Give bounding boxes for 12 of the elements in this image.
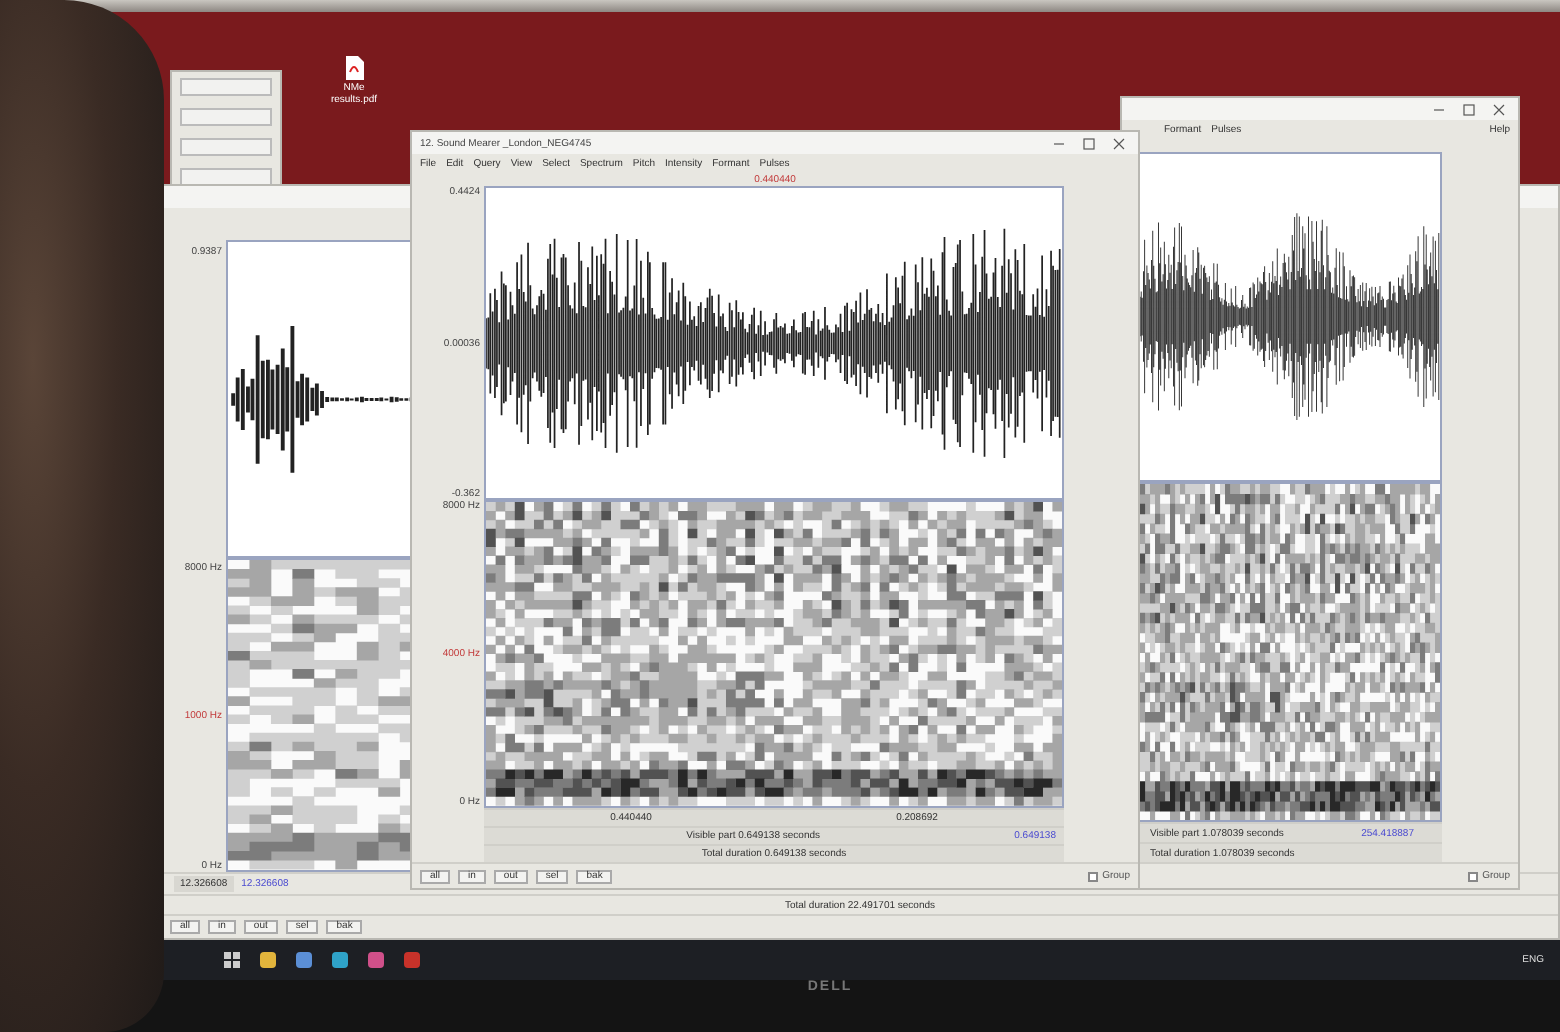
browser-icon[interactable] — [332, 952, 348, 968]
object-list-row[interactable] — [180, 78, 272, 96]
window-controls-icon[interactable] — [1430, 103, 1510, 115]
folder-icon[interactable] — [260, 952, 276, 968]
windows-start-icon[interactable] — [224, 952, 240, 968]
object-list-row[interactable] — [180, 138, 272, 156]
app-icon[interactable] — [404, 952, 420, 968]
window-controls-icon[interactable] — [1050, 137, 1130, 149]
object-list-row[interactable] — [180, 108, 272, 126]
app-icon[interactable] — [368, 952, 384, 968]
pdf-file-icon[interactable] — [344, 56, 364, 80]
app-icon[interactable] — [296, 952, 312, 968]
